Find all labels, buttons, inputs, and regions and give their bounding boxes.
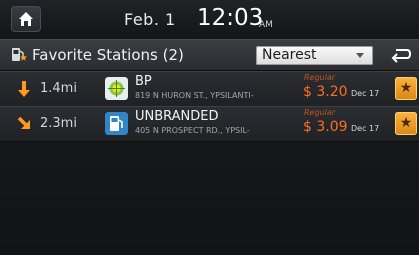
am-pm-indicator: AM <box>259 20 273 30</box>
star-icon: ★ <box>399 80 413 96</box>
fuel-type-label: Regular <box>304 108 336 117</box>
bp-logo-icon <box>105 77 128 100</box>
direction-arrow-south-icon <box>18 81 30 97</box>
favorite-star-button[interactable]: ★ <box>395 112 417 135</box>
station-address: 405 N PROSPECT RD., YPSIL- <box>135 126 250 135</box>
navigation-screen: Feb. 1 12:03 AM Favorite Stations (2) Ne… <box>0 0 419 255</box>
station-brand: BP <box>135 74 152 89</box>
home-button[interactable] <box>11 6 41 32</box>
sort-dropdown[interactable]: Nearest <box>256 46 373 65</box>
page-title: Favorite Stations (2) <box>32 46 184 64</box>
station-distance: 2.3mi <box>40 116 77 131</box>
station-row[interactable]: 2.3mi UNBRANDED 405 N PROSPECT RD., YPSI… <box>0 106 419 142</box>
price-date: Dec 17 <box>351 89 380 98</box>
station-row[interactable]: 1.4mi BP 819 N HURON ST., YPSILANTI- Reg… <box>0 71 419 107</box>
station-brand: UNBRANDED <box>135 109 219 124</box>
sort-selected-value: Nearest <box>262 47 317 63</box>
station-distance: 1.4mi <box>40 81 77 96</box>
star-icon: ★ <box>399 115 413 131</box>
status-bar: Feb. 1 12:03 AM <box>0 0 419 39</box>
fuel-price: $ 3.20 <box>303 84 348 100</box>
favorite-stations-header: Favorite Stations (2) Nearest <box>0 39 419 71</box>
home-icon <box>19 12 33 26</box>
chevron-down-icon <box>356 53 364 58</box>
date-display: Feb. 1 <box>124 10 176 29</box>
gas-station-star-icon <box>12 48 27 61</box>
favorite-star-button[interactable]: ★ <box>395 77 417 100</box>
gas-pump-logo-icon <box>105 112 128 135</box>
station-address: 819 N HURON ST., YPSILANTI- <box>135 91 254 100</box>
fuel-price: $ 3.09 <box>303 119 348 135</box>
time-display: 12:03 <box>197 5 264 31</box>
back-arrow-icon[interactable] <box>389 45 413 65</box>
fuel-type-label: Regular <box>304 73 336 82</box>
direction-arrow-southeast-icon <box>17 116 30 129</box>
price-date: Dec 17 <box>351 124 380 133</box>
